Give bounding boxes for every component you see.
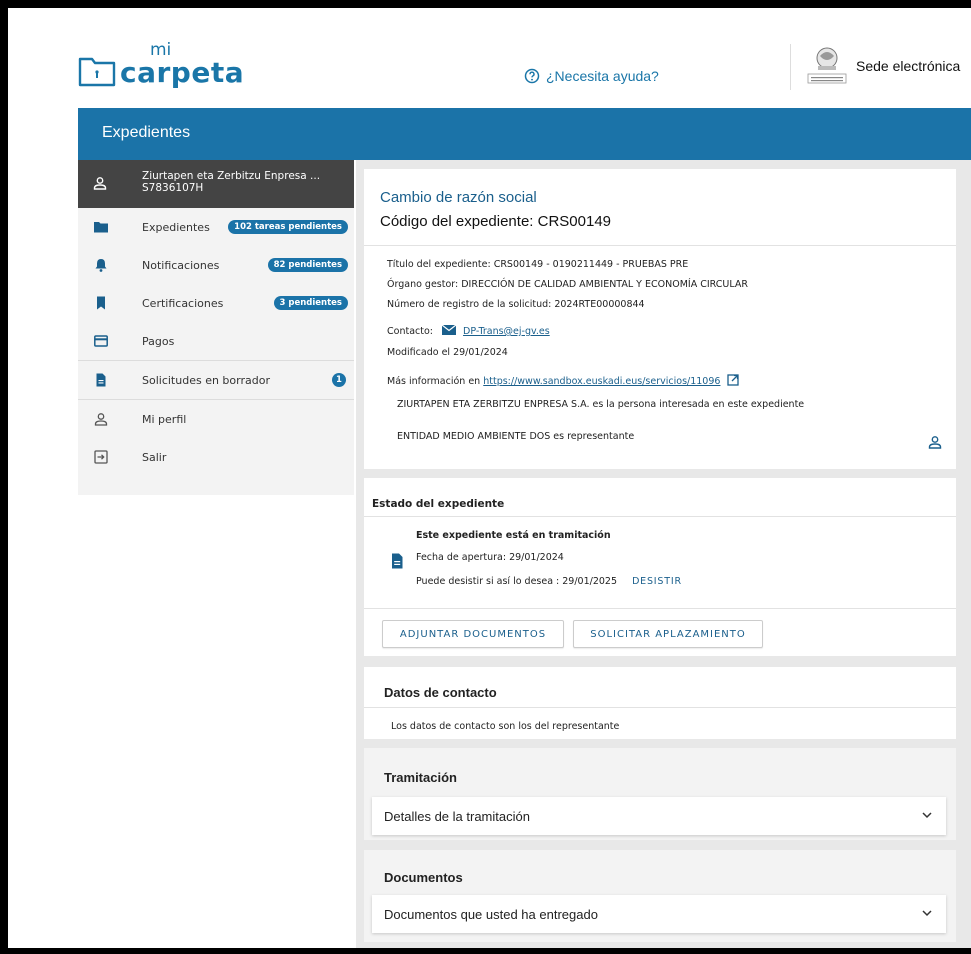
user-name: Ziurtapen eta Zerbitzu Enpresa ... [142,170,321,182]
sidebar-item-label: Salir [142,450,167,464]
estado-apertura: Fecha de apertura: 29/01/2024 [416,552,564,563]
help-link[interactable]: ¿Necesita ayuda? [524,68,659,84]
folder-logo-icon [78,57,116,87]
pending-badge: 82 pendientes [267,258,348,272]
divider [364,516,956,517]
expediente-card: Cambio de razón social Código del expedi… [364,169,956,469]
sidebar-item-salir[interactable]: Salir [78,438,354,476]
expediente-code: Código del expediente: CRS00149 [380,213,611,230]
sidebar-item-label: Certificaciones [142,296,224,310]
documentos-accordion[interactable]: Documentos que usted ha entregado [372,895,946,933]
sede-electronica-link[interactable]: Sede electrónica [856,58,960,74]
tramitacion-title: Tramitación [384,770,457,785]
external-link-icon[interactable] [727,374,740,386]
contacto-title: Datos de contacto [384,685,497,700]
sidebar-item-mi-perfil[interactable]: Mi perfil [78,400,354,438]
draft-count-badge: 1 [332,373,346,387]
adjuntar-documentos-button[interactable]: ADJUNTAR DOCUMENTOS [382,620,564,648]
sidebar-item-solicitudes[interactable]: Solicitudes en borrador 1 [78,361,354,399]
user-id: S7836107H [142,182,204,194]
contacto-email-link[interactable]: DP-Trans@ej-gv.es [463,326,550,337]
header-divider [790,44,791,90]
document-icon [392,553,403,569]
gobierno-vasco-logo-icon [807,47,847,84]
mas-info-link[interactable]: https://www.sandbox.euskadi.eus/servicio… [483,376,720,387]
desistir-text: Puede desistir si así lo desea : 29/01/2… [416,576,618,587]
expediente-titulo: Título del expediente: CRS00149 - 019021… [387,259,689,270]
help-label: ¿Necesita ayuda? [546,68,659,84]
representante-text: ENTIDAD MEDIO AMBIENTE DOS es representa… [397,431,635,442]
logout-icon [94,450,108,464]
estado-title: Estado del expediente [372,498,505,510]
sidebar-item-label: Mi perfil [142,412,187,426]
accordion-label: Detalles de la tramitación [384,809,530,824]
sidebar-item-pagos[interactable]: Pagos [78,322,354,360]
solicitar-aplazamiento-button[interactable]: SOLICITAR APLAZAMIENTO [573,620,763,648]
chevron-down-icon [922,910,932,917]
bell-icon [95,259,107,272]
app-frame: mi carpeta ¿Necesita ayuda? Sede electró… [8,8,971,948]
expediente-registro: Número de registro de la solicitud: 2024… [387,299,645,310]
question-circle-icon [524,68,540,84]
expediente-organo: Órgano gestor: DIRECCIÓN DE CALIDAD AMBI… [387,279,748,290]
divider [364,608,956,609]
mi-carpeta-logo[interactable]: mi carpeta [78,42,244,87]
sidebar-item-certificaciones[interactable]: Certificaciones 3 pendientes [78,284,354,322]
divider [364,245,956,246]
representative-user-icon[interactable] [928,435,942,449]
sidebar-item-label: Solicitudes en borrador [142,373,270,387]
chevron-down-icon [922,812,932,819]
user-icon [94,413,108,426]
contacto-label: Contacto: [387,326,433,337]
desistir-link[interactable]: DESISTIR [632,576,682,587]
logo-carpeta-text: carpeta [120,56,245,89]
documentos-title: Documentos [384,870,463,885]
pending-badge: 102 tareas pendientes [228,220,348,234]
interesada-text: ZIURTAPEN ETA ZERBITZU ENPRESA S.A. es l… [397,399,805,410]
mas-info-row: Más información en https://www.sandbox.e… [387,374,740,387]
document-icon [96,373,106,387]
user-header[interactable]: Ziurtapen eta Zerbitzu Enpresa ... S7836… [78,160,354,208]
accordion-label: Documentos que usted ha entregado [384,907,598,922]
contacto-text: Los datos de contacto son los del repres… [391,721,620,732]
folder-icon [94,222,108,233]
expediente-title: Cambio de razón social [380,189,537,206]
sidebar-item-label: Notificaciones [142,258,220,272]
contacto-row: Contacto: DP-Trans@ej-gv.es [387,325,550,337]
sidebar-item-expedientes[interactable]: Expedientes 102 tareas pendientes [78,208,354,246]
pending-badge: 3 pendientes [273,296,348,310]
main-content: Cambio de razón social Código del expedi… [356,160,971,948]
mas-info-label: Más información en [387,376,481,387]
tramitacion-accordion[interactable]: Detalles de la tramitación [372,797,946,835]
estado-card: Estado del expediente Este expediente es… [364,478,956,656]
sidebar-item-label: Pagos [142,334,175,348]
mail-icon [442,325,457,335]
header: mi carpeta ¿Necesita ayuda? Sede electró… [8,8,971,108]
section-title: Expedientes [102,124,191,141]
estado-desistir-row: Puede desistir si así lo desea : 29/01/2… [416,576,682,587]
card-icon [94,335,108,347]
sidebar: Ziurtapen eta Zerbitzu Enpresa ... S7836… [78,160,354,495]
expediente-modificado: Modificado el 29/01/2024 [387,347,508,358]
bookmark-icon [97,296,105,310]
divider [364,707,956,708]
section-bar: Expedientes [78,108,971,160]
contacto-card: Datos de contacto Los datos de contacto … [364,667,956,739]
sidebar-item-label: Expedientes [142,220,210,234]
sidebar-item-notificaciones[interactable]: Notificaciones 82 pendientes [78,246,354,284]
user-icon [93,177,107,190]
estado-status: Este expediente está en tramitación [416,530,611,541]
